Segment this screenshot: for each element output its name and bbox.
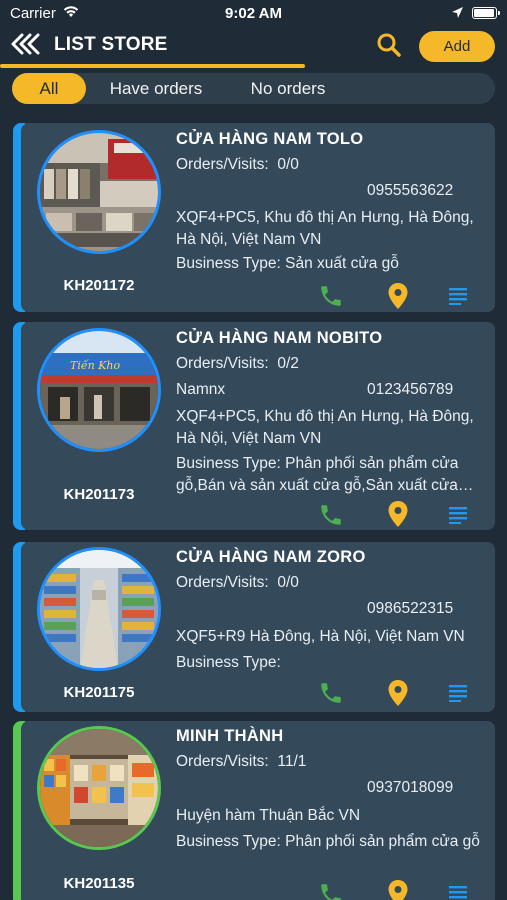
phone-icon[interactable]	[318, 502, 344, 528]
orders-visits-label: Orders/Visits:	[176, 156, 269, 173]
orders-visits-label: Orders/Visits:	[176, 753, 269, 770]
store-name: CỬA HÀNG NAM TOLO	[176, 130, 364, 148]
location-pin-icon[interactable]	[386, 282, 412, 309]
store-address: Huyện hàm Thuận Bắc VN	[176, 807, 361, 824]
orders-visits-value: 0/2	[277, 355, 299, 372]
store-address: XQF4+PC5, Khu đô thị An Hưng, Hà Đông, H…	[176, 408, 474, 447]
store-name: CỬA HÀNG NAM ZORO	[176, 548, 366, 566]
store-photo	[37, 130, 161, 254]
page-title: LIST STORE	[54, 34, 168, 55]
store-address: XQF4+PC5, Khu đô thị An Hưng, Hà Đông, H…	[176, 209, 474, 248]
orders-visits: Orders/Visits: 0/0	[176, 156, 299, 174]
store-address: XQF5+R9 Hà Đông, Hà Nội, Việt Nam VN	[176, 628, 465, 645]
store-card[interactable]: KH201175 CỬA HÀNG NAM ZORO Orders/Visits…	[13, 542, 495, 712]
orders-visits-value: 0/0	[277, 156, 299, 173]
orders-visits: Orders/Visits: 11/1	[176, 753, 306, 771]
business-type: Business Type: Phân phối sản phẩm cửa gỗ	[176, 833, 480, 850]
status-bar: Carrier 9:02 AM	[0, 0, 507, 28]
store-phone: 0955563622	[367, 182, 454, 199]
location-pin-icon[interactable]	[386, 500, 412, 527]
list-details-icon[interactable]	[447, 682, 473, 708]
store-card[interactable]: Tiến Kho KH201173 CỬA HÀNG NAM NOBITO Or…	[13, 322, 495, 530]
orders-visits-value: 11/1	[277, 753, 307, 770]
svg-text:Tiến Kho: Tiến Kho	[70, 359, 121, 372]
tab-all[interactable]: All	[12, 73, 86, 104]
store-phone: 0986522315	[367, 600, 454, 617]
back-button[interactable]	[10, 32, 40, 56]
store-card[interactable]: KH201135 MINH THÀNH Orders/Visits: 11/1 …	[13, 721, 495, 900]
location-pin-icon[interactable]	[386, 879, 412, 900]
store-photo: Tiến Kho	[37, 328, 161, 452]
store-photo	[37, 726, 161, 850]
store-code: KH201175	[63, 684, 135, 701]
business-type: Business Type: Phân phối sản phẩm cửa gỗ…	[176, 455, 474, 494]
header-underline	[0, 64, 305, 68]
location-arrow-icon	[451, 6, 464, 23]
clock: 9:02 AM	[225, 5, 282, 22]
list-details-icon[interactable]	[447, 883, 473, 900]
store-code: KH201172	[63, 277, 135, 294]
orders-visits-label: Orders/Visits:	[176, 355, 269, 372]
business-type: Business Type:	[176, 654, 281, 671]
add-store-button[interactable]: Add	[419, 31, 495, 62]
phone-icon[interactable]	[318, 283, 344, 309]
tab-have-orders[interactable]: Have orders	[100, 73, 212, 104]
business-type: Business Type: Sản xuất cửa gỗ	[176, 255, 399, 272]
phone-icon[interactable]	[318, 881, 344, 900]
store-name: CỬA HÀNG NAM NOBITO	[176, 329, 383, 347]
store-code: KH201135	[63, 875, 135, 892]
phone-icon[interactable]	[318, 680, 344, 706]
orders-visits-value: 0/0	[277, 574, 299, 591]
store-code: KH201173	[63, 486, 135, 503]
orders-visits: Orders/Visits: 0/2	[176, 355, 299, 373]
store-photo	[37, 547, 161, 671]
search-icon[interactable]	[376, 32, 402, 58]
store-card[interactable]: KH201172 CỬA HÀNG NAM TOLO Orders/Visits…	[13, 123, 495, 312]
tab-no-orders[interactable]: No orders	[238, 73, 338, 104]
orders-visits-label: Orders/Visits:	[176, 574, 269, 591]
filter-tabs: All Have orders No orders	[12, 73, 495, 104]
battery-tip	[498, 11, 500, 15]
list-details-icon[interactable]	[447, 285, 473, 311]
location-pin-icon[interactable]	[386, 679, 412, 706]
list-details-icon[interactable]	[447, 504, 473, 530]
orders-visits: Orders/Visits: 0/0	[176, 574, 299, 592]
store-phone: 0123456789	[367, 381, 454, 398]
store-phone: 0937018099	[367, 779, 454, 796]
battery-icon	[472, 7, 497, 19]
store-name: MINH THÀNH	[176, 727, 284, 745]
store-contact: Namnx	[176, 381, 226, 398]
